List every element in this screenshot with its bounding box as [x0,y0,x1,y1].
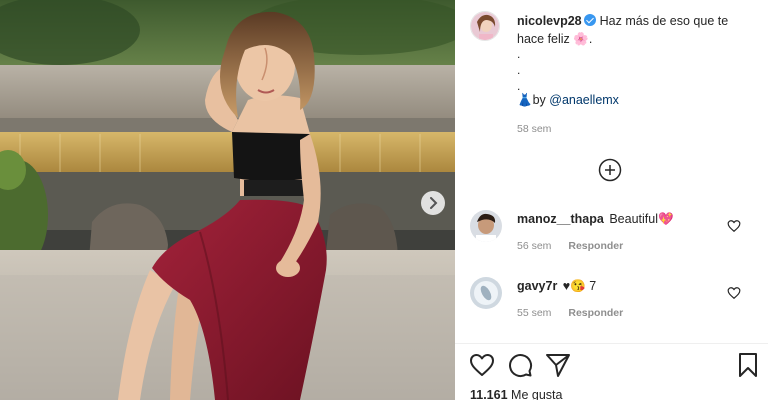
comment-meta: 55 sem Responder [517,307,623,319]
plus-circle-icon[interactable] [598,158,622,182]
author-avatar-image [471,12,499,40]
commenter-avatar[interactable] [470,277,502,309]
paper-plane-icon[interactable] [545,352,571,378]
post-actions-bar [455,352,768,382]
caption-timestamp: 58 sem [517,123,552,135]
bookmark-icon[interactable] [735,352,761,378]
comment-text: manoz__thapa Beautiful💖 [517,212,674,227]
likes-number: 11.161 [470,388,508,400]
comment-body: ♥😘 7 [562,279,597,293]
caption-credit: 👗by @anaellemx [517,93,619,108]
caption-dot: . [517,79,521,93]
post-details-pane: nicolevp28 Haz más de eso que te hace fel… [455,0,768,400]
likes-count[interactable]: 11.161 Me gusta [470,388,562,400]
reply-button[interactable]: Responder [568,307,623,319]
caption-dot: . [517,63,521,77]
reply-button[interactable]: Responder [568,240,623,252]
caption-dots: . . . [517,46,520,94]
caption-dot: . [517,47,521,61]
comment-text: gavy7r ♥😘 7 [517,279,596,294]
heart-icon[interactable] [727,219,741,233]
caption-text: nicolevp28 Haz más de eso que te hace fel… [517,12,757,48]
author-avatar[interactable] [470,11,500,41]
commenter-username[interactable]: gavy7r [517,279,557,293]
credit-prefix: 👗by [517,93,546,107]
chevron-right-icon [430,197,438,209]
comment-item: gavy7r ♥😘 7 55 sem Responder [455,277,768,337]
verified-badge-icon [583,14,596,26]
next-photo-button[interactable] [421,191,445,215]
commenter-username[interactable]: manoz__thapa [517,212,604,226]
heart-icon[interactable] [469,352,495,378]
post-photo[interactable] [0,0,455,400]
likes-label: Me gusta [511,388,563,400]
comment-timestamp: 56 sem [517,240,552,252]
actions-divider [455,343,768,344]
comment-bubble-icon[interactable] [507,352,533,378]
comment-body: Beautiful💖 [609,212,674,226]
comment-meta: 56 sem Responder [517,240,623,252]
commenter-avatar[interactable] [470,210,502,242]
comment-item: manoz__thapa Beautiful💖 56 sem Responder [455,210,768,270]
commenter-avatar-image [470,277,502,309]
author-username[interactable]: nicolevp28 [517,14,582,28]
commenter-avatar-image [470,210,502,242]
heart-icon[interactable] [727,286,741,300]
comment-timestamp: 55 sem [517,307,552,319]
credit-mention-link[interactable]: @anaellemx [549,93,619,107]
post-photo-image [0,0,455,400]
